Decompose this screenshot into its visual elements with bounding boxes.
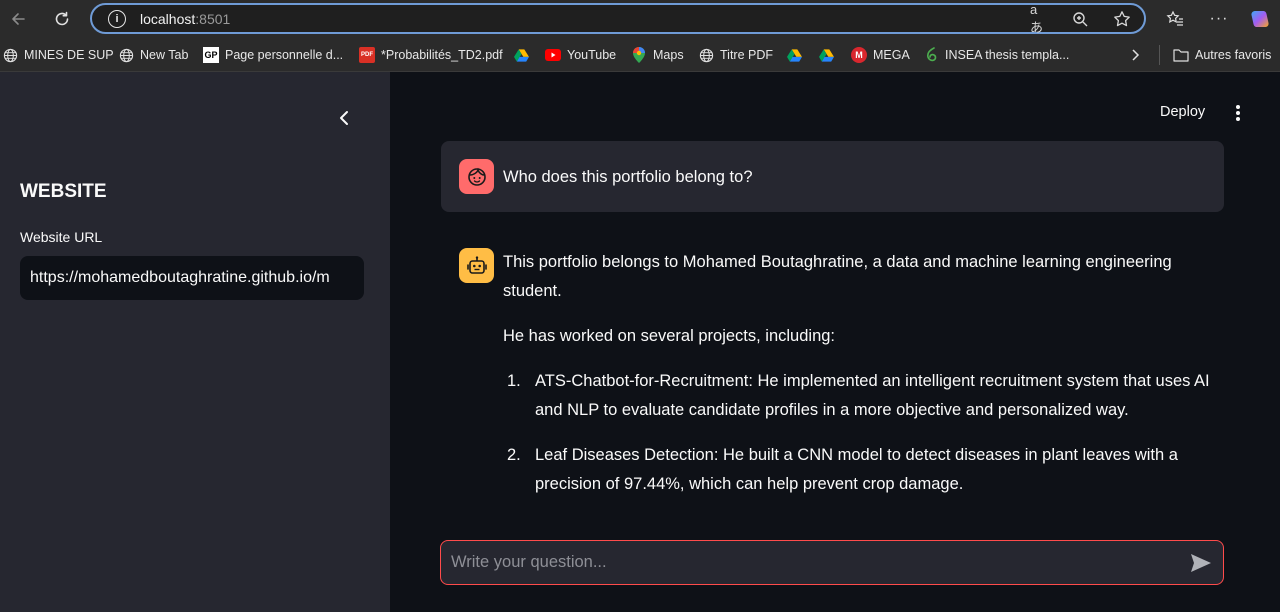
main-menu-icon[interactable]	[1226, 103, 1250, 123]
reload-icon[interactable]	[50, 7, 74, 31]
assistant-avatar-icon	[459, 248, 494, 283]
gp-icon: GP	[203, 47, 219, 63]
bookmark-item[interactable]: MINES DE SUP	[2, 46, 114, 64]
bookmark-item[interactable]: Titre PDF	[698, 46, 773, 64]
sidebar-title: WEBSITE	[20, 181, 107, 202]
deploy-button[interactable]: Deploy	[1160, 104, 1205, 120]
url-text[interactable]: localhost:8501	[140, 11, 230, 27]
website-url-input[interactable]: https://mohamedboutaghratine.github.io/m	[20, 256, 364, 300]
sidebar: WEBSITE Website URL https://mohamedbouta…	[0, 72, 390, 612]
user-message-text: Who does this portfolio belong to?	[503, 168, 753, 186]
user-avatar-icon	[459, 159, 494, 194]
list-item: 2. Leaf Diseases Detection: He built a C…	[507, 446, 1178, 493]
bookmark-item[interactable]	[513, 46, 535, 64]
favorites-icon[interactable]	[1163, 7, 1187, 31]
globe-icon	[2, 47, 18, 63]
drive-icon	[786, 47, 802, 63]
favorite-star-icon[interactable]	[1112, 9, 1132, 29]
bookmark-item[interactable]	[786, 46, 808, 64]
user-message: Who does this portfolio belong to?	[441, 141, 1224, 212]
list-item: 1. ATS-Chatbot-for-Recruitment: He imple…	[507, 372, 1210, 419]
projects-list: 1. ATS-Chatbot-for-Recruitment: He imple…	[503, 367, 1233, 499]
globe-icon	[118, 47, 134, 63]
bookmark-item[interactable]: New Tab	[118, 46, 188, 64]
bookmark-item[interactable]: M MEGA	[851, 46, 910, 64]
address-bar[interactable]: i localhost:8501 aあ	[90, 2, 1146, 35]
overleaf-icon	[923, 47, 939, 63]
mega-icon: M	[851, 47, 867, 63]
chat-input-placeholder[interactable]: Write your question...	[451, 553, 607, 572]
website-url-label: Website URL	[20, 229, 103, 245]
assistant-intro-text: This portfolio belongs to Mohamed Boutag…	[503, 253, 1172, 300]
bookmark-item[interactable]: INSEA thesis templa...	[923, 46, 1069, 64]
assistant-projects-intro: He has worked on several projects, inclu…	[503, 327, 836, 345]
read-aloud-icon[interactable]: aあ	[1030, 2, 1050, 35]
other-favorites[interactable]: Autres favoris	[1173, 46, 1271, 64]
more-options-icon[interactable]: ···	[1207, 7, 1231, 31]
zoom-icon[interactable]	[1070, 9, 1090, 29]
drive-icon	[513, 47, 529, 63]
collapse-sidebar-chevron-icon[interactable]	[332, 106, 356, 130]
bookmarks-overflow-chevron-icon[interactable]	[1129, 46, 1141, 64]
main-content: Deploy Who does this portfolio belong to…	[390, 72, 1280, 612]
browser-toolbar: i localhost:8501 aあ ···	[0, 0, 1280, 38]
youtube-icon	[545, 47, 561, 63]
send-icon[interactable]	[1189, 552, 1213, 574]
bookmark-item[interactable]	[818, 46, 840, 64]
globe-icon	[698, 47, 714, 63]
site-info-icon[interactable]: i	[108, 10, 126, 28]
chat-input[interactable]: Write your question...	[440, 540, 1224, 585]
bookmark-item[interactable]: GP Page personnelle d...	[203, 46, 343, 64]
pdf-icon: PDF	[359, 47, 375, 63]
copilot-icon[interactable]	[1248, 7, 1272, 31]
bookmarks-bar: MINES DE SUP New Tab GP Page personnelle…	[0, 38, 1280, 72]
maps-icon	[631, 47, 647, 63]
drive-icon	[818, 47, 834, 63]
bookmark-item[interactable]: YouTube	[545, 46, 616, 64]
bookmark-item[interactable]: PDF *Probabilités_TD2.pdf	[359, 46, 503, 64]
bookmarks-divider	[1159, 45, 1160, 65]
back-arrow-icon[interactable]	[6, 7, 30, 31]
bookmark-item[interactable]: Maps	[631, 46, 684, 64]
assistant-message: This portfolio belongs to Mohamed Boutag…	[503, 248, 1233, 515]
folder-icon	[1173, 47, 1189, 63]
